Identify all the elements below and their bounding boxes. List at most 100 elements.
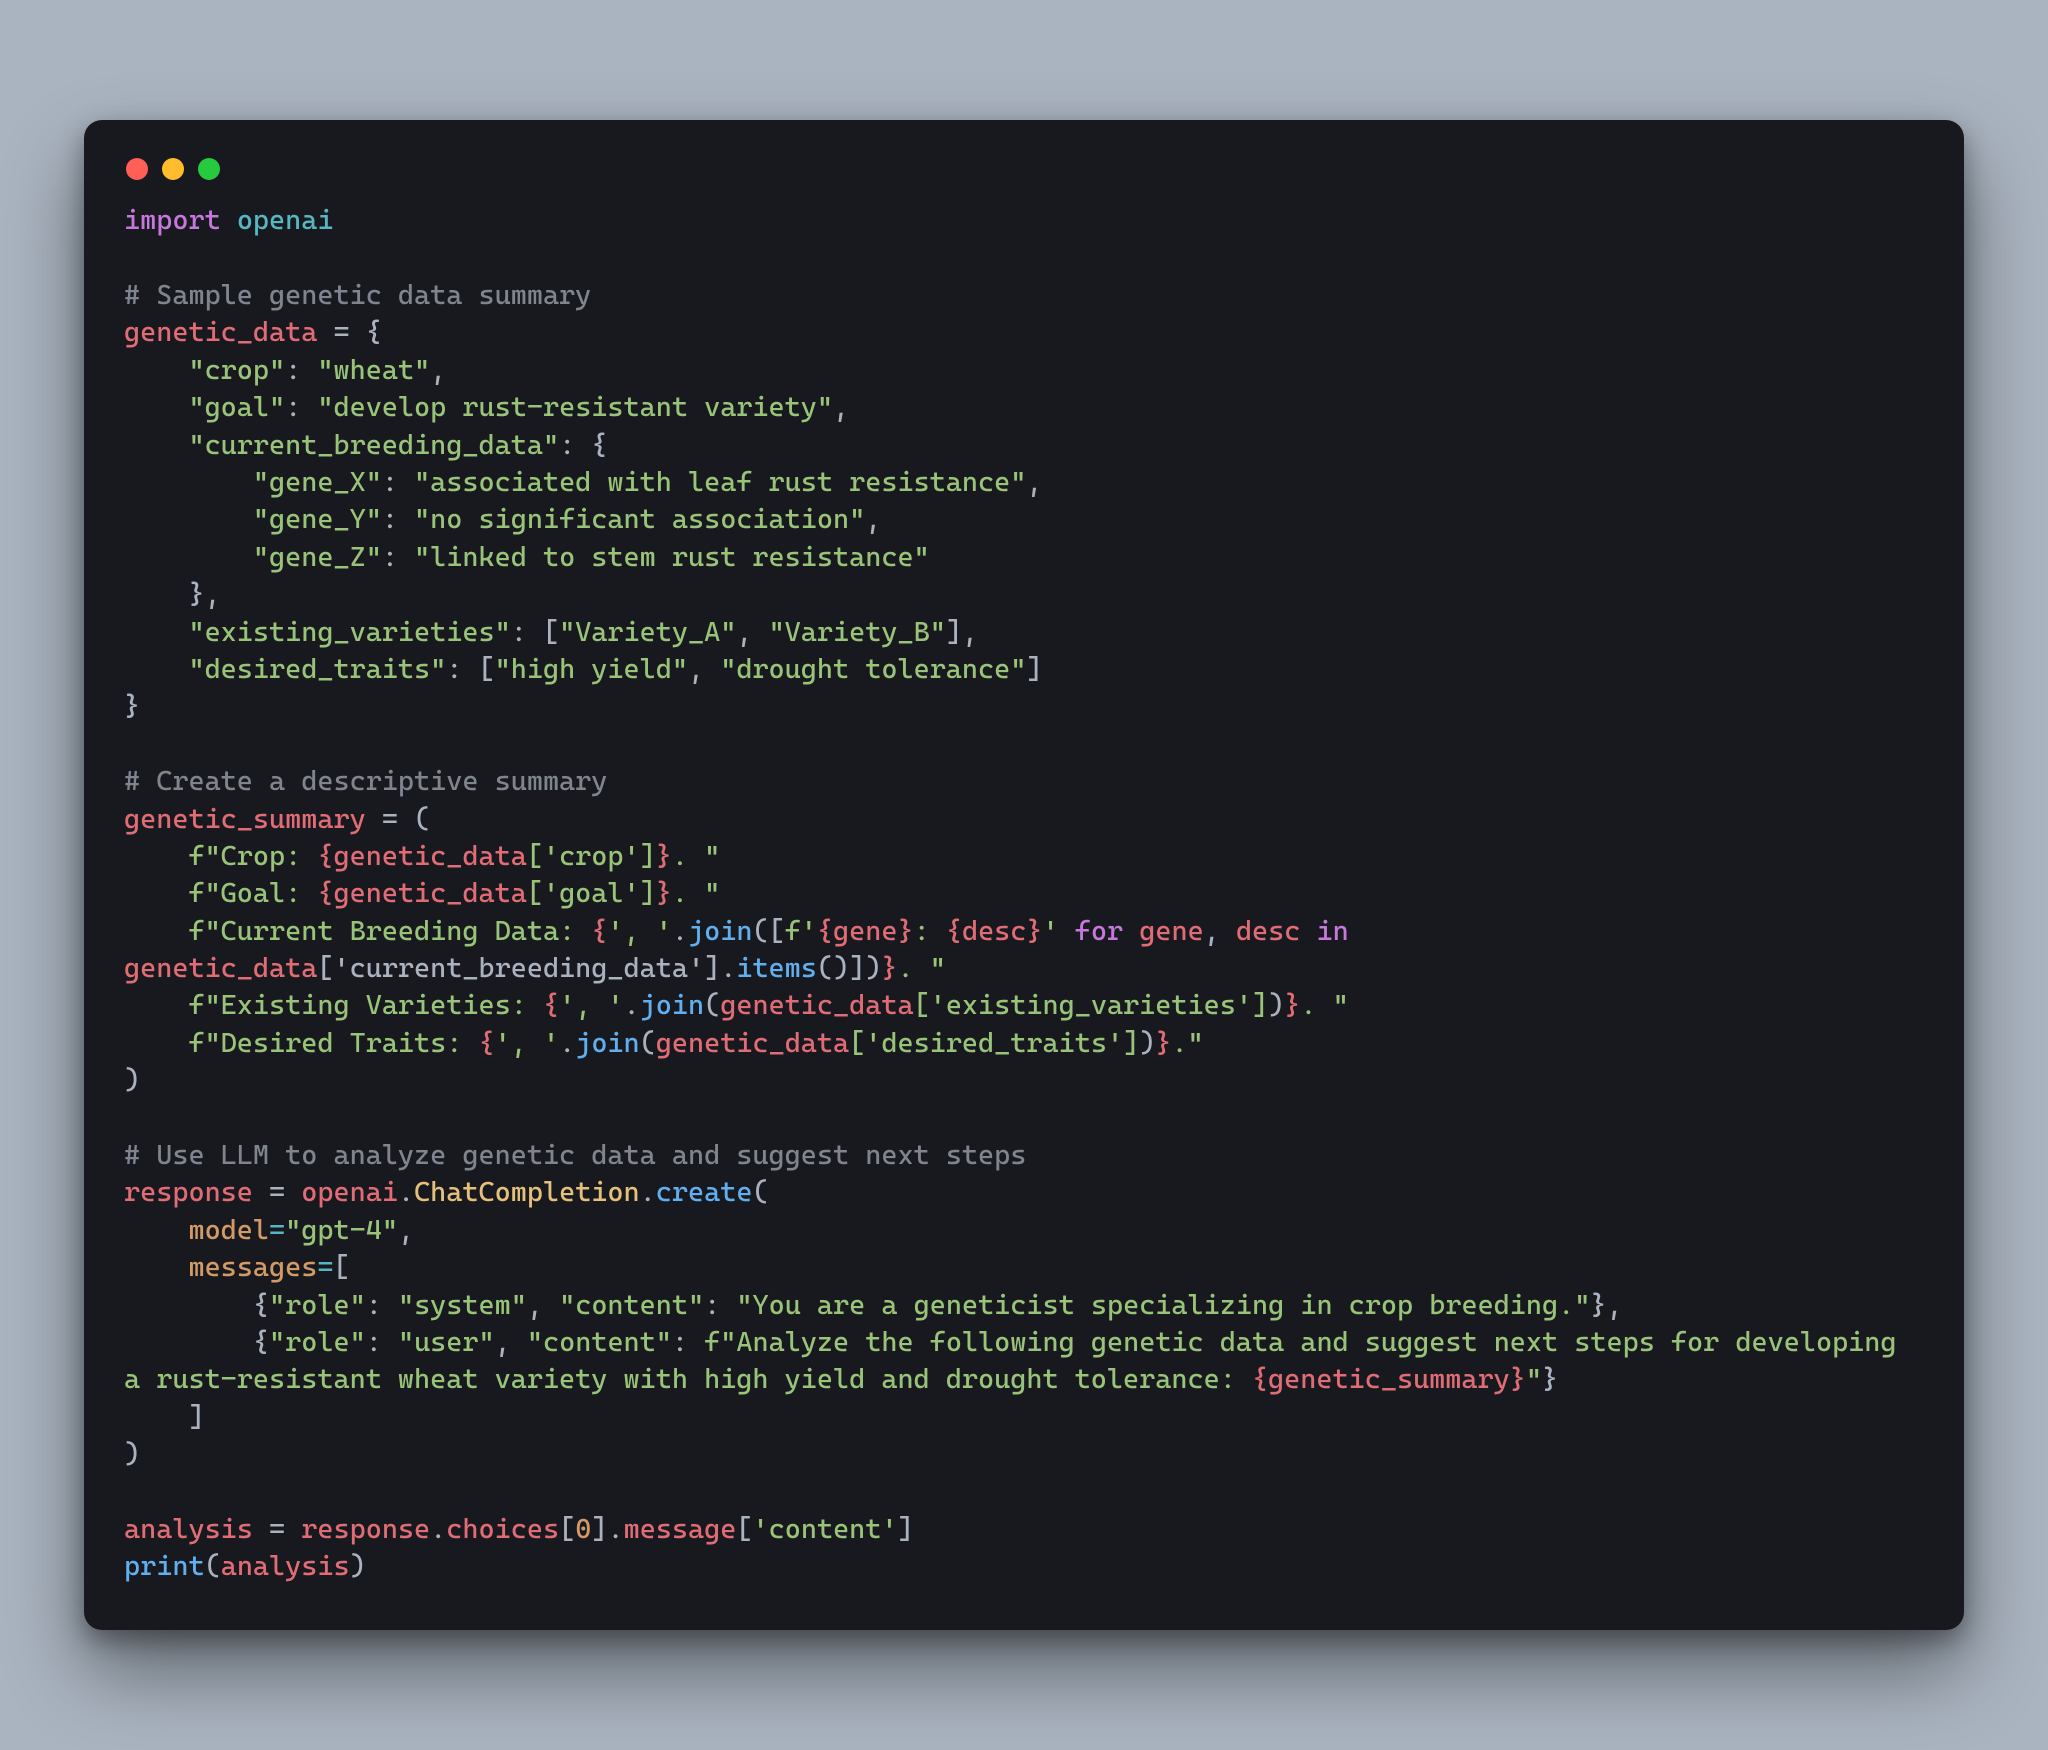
fn-join: join xyxy=(640,989,704,1021)
k-role: "role" xyxy=(269,1326,366,1358)
attr-message: message xyxy=(624,1513,737,1545)
mod-openai: openai xyxy=(237,204,334,236)
kw-for: for xyxy=(1075,915,1123,947)
traffic-lights xyxy=(124,152,1924,202)
paren: ( xyxy=(640,1027,656,1059)
fstr-ev: f"Existing Varieties: xyxy=(188,989,543,1021)
var-genetic-data: genetic_data xyxy=(124,316,317,348)
op-eq: = xyxy=(317,1251,333,1283)
minimize-icon[interactable] xyxy=(162,158,184,180)
colon: : xyxy=(511,616,543,648)
comment-1: # Sample genetic data summary xyxy=(124,279,591,311)
colon: : xyxy=(704,1289,736,1321)
dot: . xyxy=(607,1513,623,1545)
var-gene: gene xyxy=(1139,915,1203,947)
comma: , xyxy=(962,616,978,648)
v-role-user: "user" xyxy=(398,1326,495,1358)
fn-join: join xyxy=(575,1027,639,1059)
comma: , xyxy=(865,503,881,535)
var-analysis: analysis xyxy=(124,1513,253,1545)
bracket: [ xyxy=(333,1251,349,1283)
fstr-crop-end: . " xyxy=(672,840,720,872)
k-role: "role" xyxy=(269,1289,366,1321)
kw-import: import xyxy=(124,204,221,236)
inner-gene: {gene} xyxy=(817,915,914,947)
kw-in: in xyxy=(1317,915,1349,947)
idx-ev: ['existing_varieties'] xyxy=(914,989,1269,1021)
dot: . xyxy=(720,952,736,984)
op-eq: = xyxy=(253,1513,301,1545)
comma: , xyxy=(688,653,720,685)
bracket: ] xyxy=(1026,653,1042,685)
val-ev-a: "Variety_A" xyxy=(559,616,736,648)
brace: { xyxy=(591,429,607,461)
v-content-system: "You are a geneticist specializing in cr… xyxy=(736,1289,1590,1321)
key-goal: "goal" xyxy=(188,391,285,423)
fstr-dt-end: ." xyxy=(1171,1027,1203,1059)
brace: { xyxy=(253,1289,269,1321)
sep: ', ' xyxy=(495,1027,559,1059)
fexpr-open: { xyxy=(317,840,333,872)
idx-cbd: ['current_breeding_data'] xyxy=(317,952,720,984)
comma: , xyxy=(495,1326,527,1358)
key-dt: "desired_traits" xyxy=(188,653,446,685)
var-genetic-summary: genetic_summary xyxy=(124,803,366,835)
op-eq: = xyxy=(253,1176,301,1208)
comma: , xyxy=(1204,915,1236,947)
param-messages: messages xyxy=(188,1251,317,1283)
num-zero: 0 xyxy=(575,1513,591,1545)
fn-create: create xyxy=(656,1176,753,1208)
bracket: [ xyxy=(559,1513,575,1545)
comma: , xyxy=(205,578,221,610)
inner-f: f' xyxy=(785,915,817,947)
k-content: "content" xyxy=(559,1289,704,1321)
op-eq: = xyxy=(317,316,365,348)
dot: . xyxy=(640,1176,656,1208)
dot: . xyxy=(398,1176,414,1208)
call: ()]) xyxy=(817,952,881,984)
fexpr-open: { xyxy=(479,1027,495,1059)
paren: ) xyxy=(1268,989,1284,1021)
attr-choices: choices xyxy=(446,1513,559,1545)
comma: , xyxy=(1607,1289,1623,1321)
fexpr-close: } xyxy=(881,952,897,984)
bracket: [ xyxy=(479,653,495,685)
brace: } xyxy=(1590,1289,1606,1321)
colon: : xyxy=(366,1326,398,1358)
dot: . xyxy=(430,1513,446,1545)
key-gy: "gene_Y" xyxy=(253,503,382,535)
code-block: import openai # Sample genetic data summ… xyxy=(124,202,1924,1585)
colon: : xyxy=(382,541,414,573)
fexpr-gs: {genetic_summary} xyxy=(1252,1363,1526,1395)
code-window: import openai # Sample genetic data summ… xyxy=(84,120,1964,1629)
key-cbd: "current_breeding_data" xyxy=(188,429,559,461)
inner-fend: ' xyxy=(1043,915,1059,947)
fexpr-idx: ['crop'] xyxy=(527,840,656,872)
op-eq: = xyxy=(366,803,414,835)
fexpr-close: } xyxy=(1284,989,1300,1021)
fstr-goal-end: . " xyxy=(672,877,720,909)
paren: ( xyxy=(414,803,430,835)
var-analysis: analysis xyxy=(221,1550,350,1582)
val-crop: "wheat" xyxy=(317,354,430,386)
dot: . xyxy=(672,915,688,947)
var-response: response xyxy=(124,1176,253,1208)
colon: : xyxy=(285,391,317,423)
idx-content-open: [ xyxy=(736,1513,752,1545)
colon: : xyxy=(382,503,414,535)
k-content: "content" xyxy=(527,1326,672,1358)
fn-print: print xyxy=(124,1550,205,1582)
inner-colon: : xyxy=(914,915,946,947)
brace: } xyxy=(188,578,204,610)
key-crop: "crop" xyxy=(188,354,285,386)
fexpr-open: { xyxy=(317,877,333,909)
colon: : xyxy=(559,429,591,461)
sep: ', ' xyxy=(607,915,671,947)
fstr-goal: f"Goal: xyxy=(188,877,317,909)
fstr-cbd: f"Current Breeding Data: xyxy=(188,915,591,947)
zoom-icon[interactable] xyxy=(198,158,220,180)
idx-content-close: ] xyxy=(898,1513,914,1545)
var-gd-wrap: genetic_data xyxy=(124,952,317,984)
close-icon[interactable] xyxy=(126,158,148,180)
paren: ) xyxy=(124,1438,140,1470)
